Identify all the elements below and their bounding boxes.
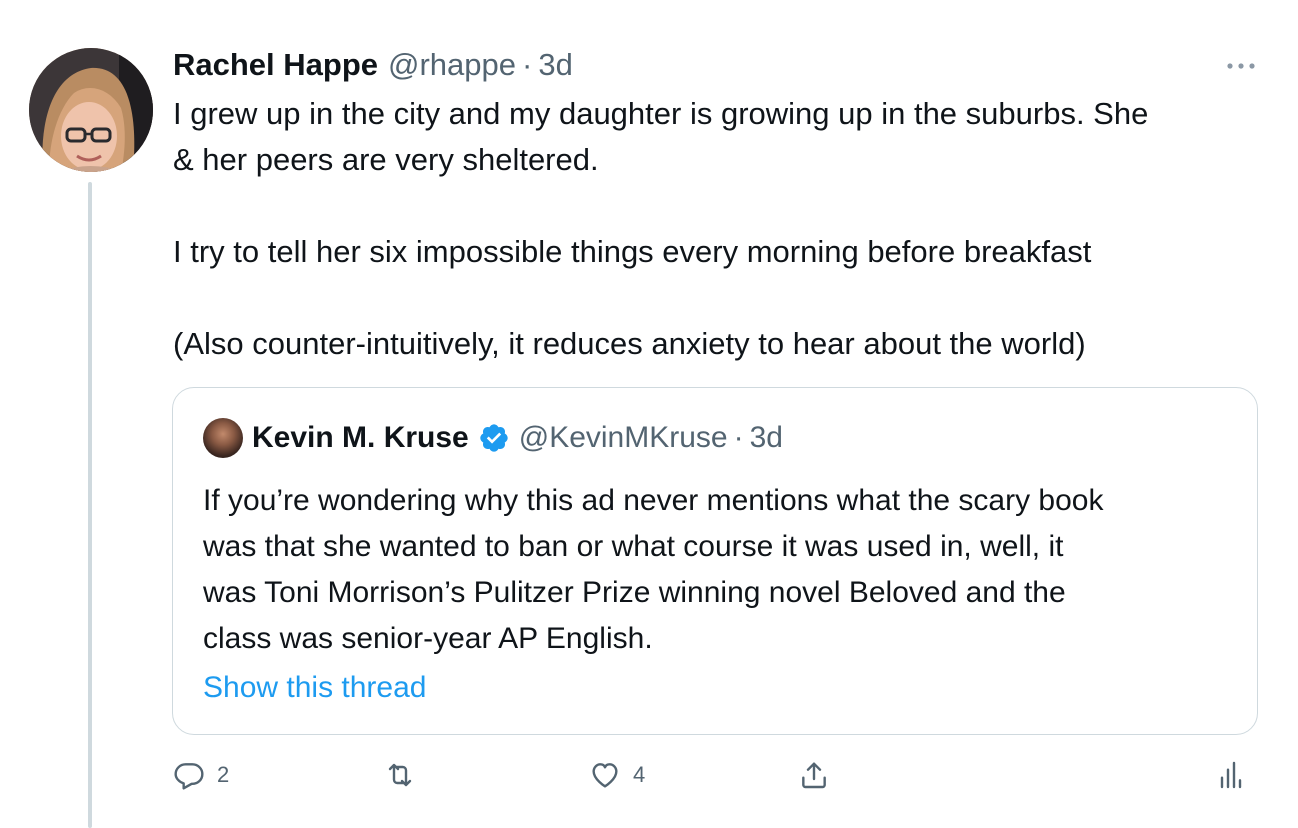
show-thread-link[interactable]: Show this thread (203, 671, 426, 705)
quoted-text-line: class was senior-year AP English. (203, 622, 653, 655)
share-icon (802, 762, 826, 789)
reply-icon (174, 763, 204, 790)
tweet: Rachel Happe @rhappe · 3d I grew up in t… (0, 0, 1298, 828)
tweet-header: Rachel Happe @rhappe · 3d (173, 45, 573, 85)
quoted-text-line: If you’re wondering why this ad never me… (203, 484, 1104, 517)
tweet-text-line: & her peers are very sheltered. (173, 142, 599, 177)
tweet-text-line: I try to tell her six impossible things … (173, 234, 1092, 269)
quoted-text-line: was that she wanted to ban or what cours… (203, 530, 1064, 563)
verified-badge-icon (478, 422, 510, 454)
retweet-button[interactable] (384, 755, 416, 795)
share-button[interactable] (798, 755, 830, 795)
tweet-timestamp[interactable]: 3d (538, 47, 572, 83)
quoted-tweet-card[interactable]: Kevin M. Kruse @KevinMKruse · 3d If you’… (172, 387, 1258, 735)
quoted-text-line: was Toni Morrison’s Pulitzer Prize winni… (203, 576, 1066, 609)
author-name[interactable]: Rachel Happe (173, 47, 378, 83)
quoted-tweet-header: Kevin M. Kruse @KevinMKruse · 3d (252, 418, 783, 458)
tweet-text: I grew up in the city and my daughter is… (173, 91, 1273, 367)
author-avatar[interactable] (29, 48, 153, 172)
avatar-image (29, 48, 153, 172)
more-horizontal-icon[interactable] (1224, 56, 1258, 76)
analytics-button[interactable] (1214, 755, 1246, 795)
author-handle[interactable]: @rhappe (388, 47, 516, 83)
reply-button[interactable]: 2 (173, 755, 229, 795)
like-count: 4 (633, 762, 646, 787)
tweet-text-line: (Also counter-intuitively, it reduces an… (173, 326, 1086, 361)
quoted-author-handle[interactable]: @KevinMKruse (519, 421, 728, 455)
separator-dot: · (733, 421, 744, 454)
analytics-icon (1220, 761, 1242, 789)
like-button[interactable]: 4 (589, 755, 645, 795)
quoted-author-avatar[interactable] (203, 418, 243, 458)
quoted-tweet-text: If you’re wondering why this ad never me… (203, 478, 1243, 662)
retweet-icon (388, 763, 412, 787)
tweet-actions: 2 4 (0, 755, 1298, 795)
thread-connector-line (88, 182, 92, 828)
reply-count: 2 (217, 762, 230, 787)
tweet-text-line: I grew up in the city and my daughter is… (173, 96, 1149, 131)
heart-icon (592, 763, 618, 788)
quoted-tweet-timestamp[interactable]: 3d (750, 421, 783, 455)
quoted-author-name[interactable]: Kevin M. Kruse (252, 421, 469, 455)
separator-dot: · (522, 47, 533, 82)
